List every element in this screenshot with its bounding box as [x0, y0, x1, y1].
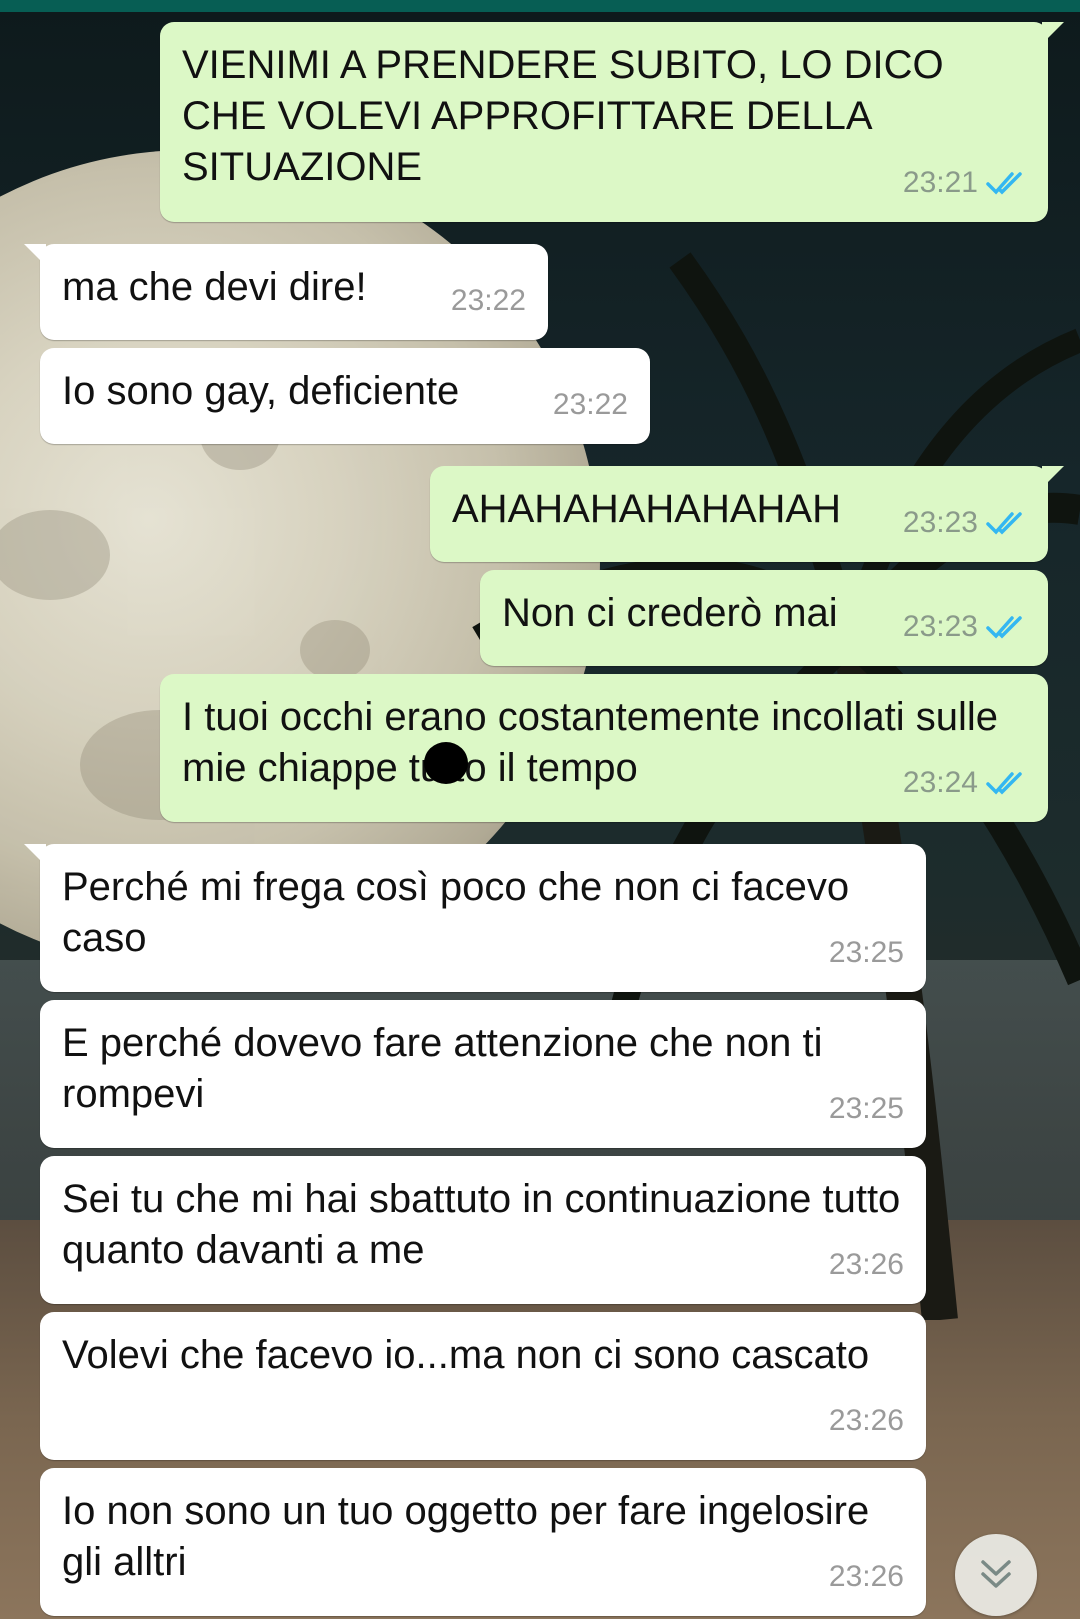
message-time: 23:24 — [902, 766, 978, 799]
message-text: E perché dovevo fare attenzione che non … — [62, 1021, 823, 1116]
message-text: Io sono gay, deficiente — [62, 369, 460, 413]
message-time: 23:26 — [828, 1248, 904, 1281]
message-bubble-incoming[interactable]: Io sono gay, deficiente 23:22 — [40, 348, 650, 444]
message-time: 23:22 — [450, 284, 526, 317]
message-text: Volevi che facevo io...ma non ci sono ca… — [62, 1333, 870, 1377]
message-time: 23:26 — [828, 1404, 904, 1437]
double-check-read-icon — [986, 615, 1022, 639]
double-check-read-icon — [986, 171, 1022, 195]
app-header-strip — [0, 0, 1080, 12]
message-time: 23:25 — [828, 936, 904, 969]
double-check-read-icon — [986, 771, 1022, 795]
message-time: 23:23 — [902, 610, 978, 643]
double-chevron-down-icon — [981, 1560, 1011, 1588]
message-time: 23:26 — [828, 1560, 904, 1593]
double-check-read-icon — [986, 511, 1022, 535]
message-text: I tuoi occhi erano costantemente incolla… — [182, 695, 999, 790]
message-text: Io non sono un tuo oggetto per fare inge… — [62, 1489, 870, 1584]
message-time: 23:25 — [828, 1092, 904, 1125]
message-bubble-incoming[interactable]: E perché dovevo fare attenzione che non … — [40, 1000, 926, 1148]
message-time: 23:22 — [552, 388, 628, 421]
message-bubble-incoming[interactable]: Perché mi frega così poco che non ci fac… — [24, 844, 926, 992]
message-bubble-outgoing[interactable]: VIENIMI A PRENDERE SUBITO, LO DICO CHE V… — [160, 22, 1064, 222]
message-bubble-outgoing[interactable]: Non ci crederò mai 23:23 — [480, 570, 1048, 666]
message-bubble-incoming[interactable]: Io non sono un tuo oggetto per fare inge… — [40, 1468, 926, 1616]
message-bubble-incoming[interactable]: Sei tu che mi hai sbattuto in continuazi… — [40, 1156, 926, 1304]
message-time: 23:23 — [902, 506, 978, 539]
message-bubble-incoming[interactable]: Volevi che facevo io...ma non ci sono ca… — [40, 1312, 926, 1460]
message-text: Sei tu che mi hai sbattuto in continuazi… — [62, 1177, 901, 1272]
message-time: 23:21 — [902, 166, 978, 199]
scroll-to-bottom-button[interactable] — [955, 1534, 1037, 1616]
message-bubble-incoming[interactable]: ma che devi dire! 23:22 — [24, 244, 548, 340]
message-bubble-outgoing[interactable]: I tuoi occhi erano costantemente incolla… — [160, 674, 1048, 822]
message-bubble-outgoing[interactable]: AHAHAHAHAHAHAH 23:23 — [430, 466, 1064, 562]
message-text: VIENIMI A PRENDERE SUBITO, LO DICO CHE V… — [182, 43, 944, 189]
redaction-mark — [424, 742, 468, 784]
message-text: Perché mi frega così poco che non ci fac… — [62, 865, 850, 960]
